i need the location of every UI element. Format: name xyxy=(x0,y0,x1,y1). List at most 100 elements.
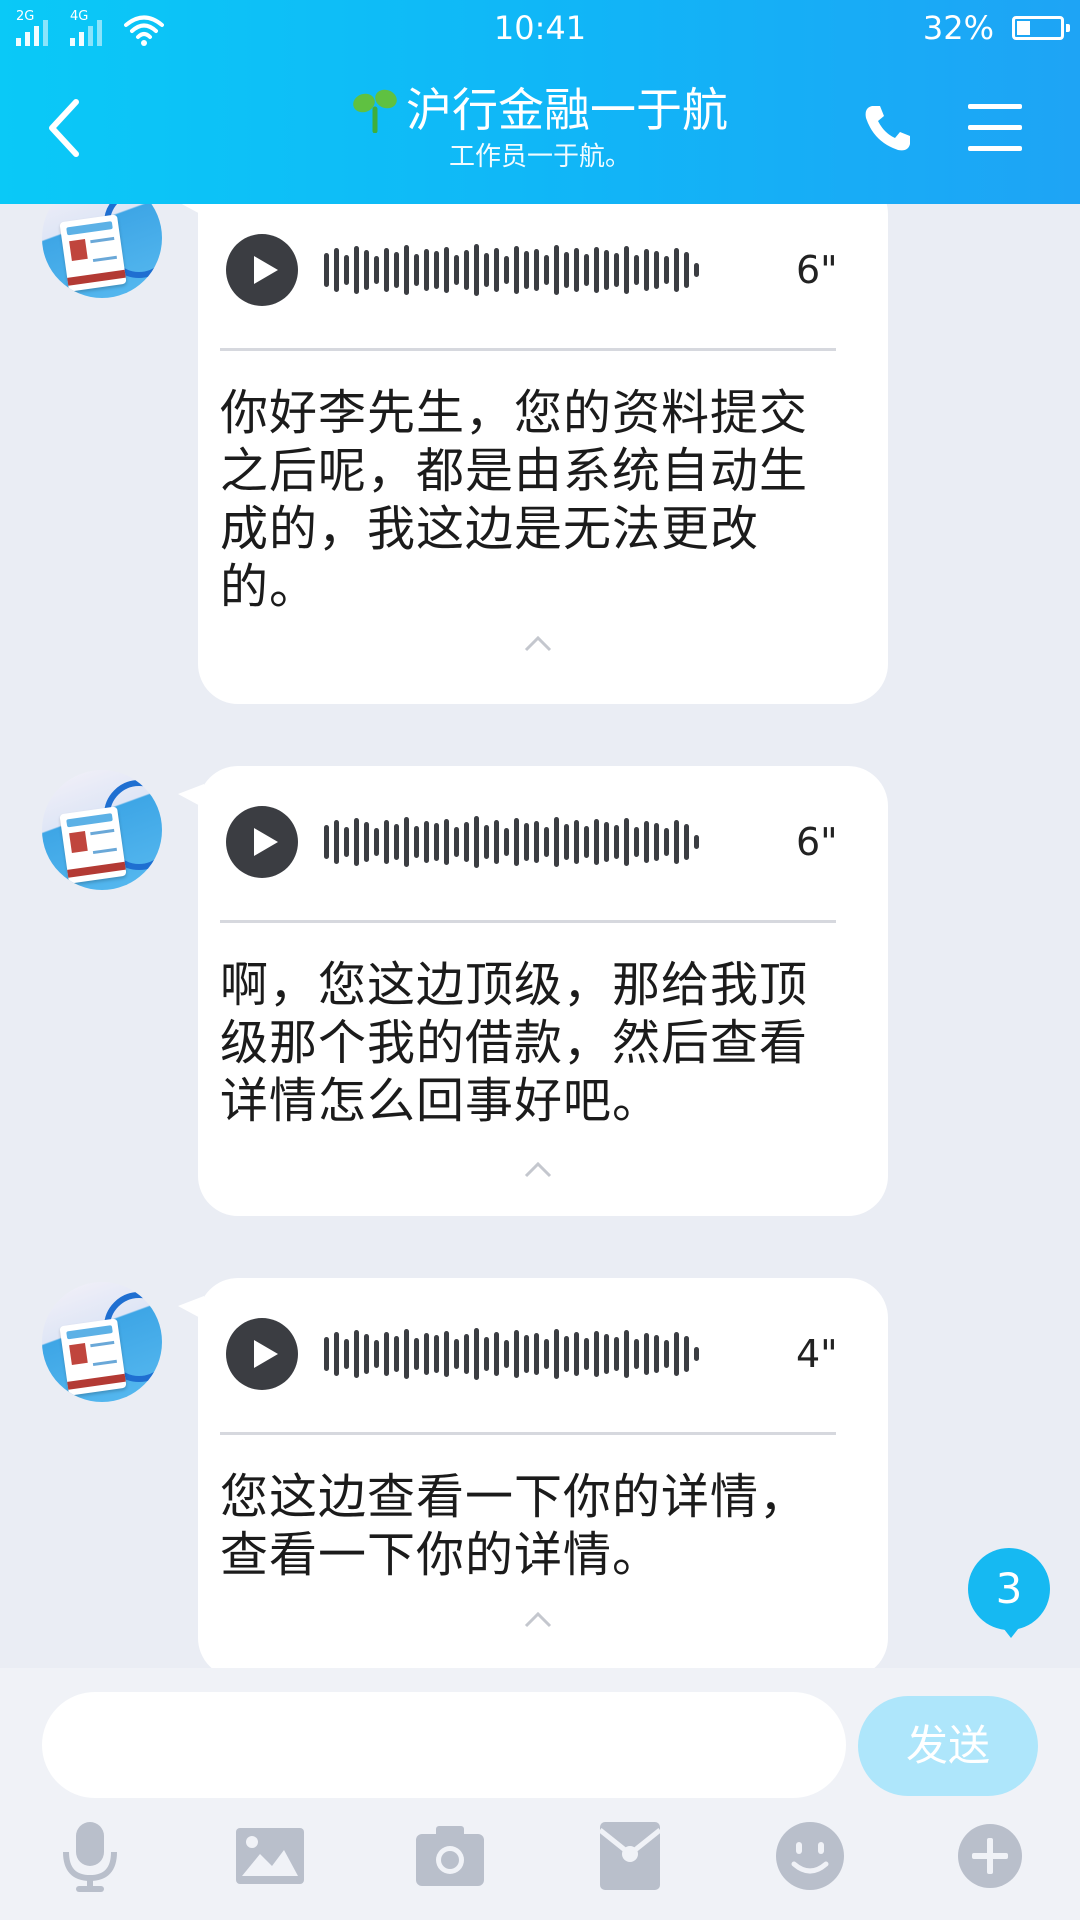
waveform-bar xyxy=(424,821,429,863)
divider xyxy=(220,920,836,923)
chat-subtitle: 工作员一于航。 xyxy=(448,142,631,172)
waveform-bar xyxy=(544,827,549,857)
waveform-bar xyxy=(474,816,479,868)
collapse-icon[interactable] xyxy=(523,1606,553,1636)
camera-icon[interactable] xyxy=(412,1818,488,1894)
waveform-bar xyxy=(624,818,629,866)
voice-duration: 6" xyxy=(796,820,838,864)
waveform-bar xyxy=(664,256,669,284)
waveform-bar xyxy=(384,1332,389,1376)
chat-title: 沪行金融一于航 xyxy=(406,83,728,137)
waveform-bar xyxy=(654,1335,659,1373)
waveform-bar xyxy=(344,827,349,857)
title-area: 沪行金融一于航 工作员一于航。 xyxy=(0,82,1080,174)
waveform-bar xyxy=(414,254,419,286)
waveform-bar xyxy=(474,1328,479,1380)
waveform-bar xyxy=(654,251,659,289)
collapse-icon[interactable] xyxy=(523,1156,553,1186)
waveform-bar xyxy=(584,254,589,286)
input-bar: 发送 xyxy=(0,1668,1080,1920)
waveform-bar xyxy=(584,826,589,858)
waveform-bar xyxy=(594,247,599,293)
waveform-bar xyxy=(334,820,339,864)
unread-count-badge[interactable]: 3 xyxy=(968,1548,1050,1630)
waveform-bar xyxy=(334,1332,339,1376)
emoji-icon[interactable] xyxy=(772,1818,848,1894)
waveform-bar xyxy=(524,1335,529,1373)
waveform-bar xyxy=(514,246,519,294)
waveform-bar xyxy=(364,822,369,862)
waveform-bar xyxy=(394,1336,399,1372)
waveform-bar xyxy=(544,255,549,285)
play-button[interactable] xyxy=(226,806,298,878)
waveform-bar xyxy=(364,250,369,290)
waveform-bar xyxy=(334,248,339,292)
transcript-text: 你好李先生，您的资料提交之后呢，都是由系统自动生成的，我这边是无法更改的。 xyxy=(220,385,809,615)
waveform-bar xyxy=(584,1338,589,1370)
waveform-bar xyxy=(484,253,489,287)
waveform-bar xyxy=(614,825,619,859)
waveform-bar xyxy=(384,248,389,292)
waveform-bar xyxy=(624,246,629,294)
plus-icon[interactable] xyxy=(952,1818,1028,1894)
waveform-bar xyxy=(324,1337,329,1371)
waveform-bar xyxy=(634,1339,639,1369)
menu-button[interactable] xyxy=(968,104,1022,152)
send-button[interactable]: 发送 xyxy=(858,1696,1038,1796)
phone-call-button[interactable] xyxy=(862,102,914,154)
message-input[interactable] xyxy=(42,1692,846,1798)
battery-icon xyxy=(1012,16,1070,40)
collapse-icon[interactable] xyxy=(523,630,553,660)
waveform-bar xyxy=(434,823,439,861)
waveform-bar xyxy=(674,248,679,292)
waveform-bar xyxy=(374,1340,379,1368)
waveform-bar xyxy=(504,256,509,284)
battery-group: 32% xyxy=(923,8,1070,48)
chat-area[interactable]: 6" 你好李先生，您的资料提交之后呢，都是由系统自动生成的，我这边是无法更改的。… xyxy=(0,204,1080,1668)
voice-duration: 6" xyxy=(796,248,838,292)
waveform-bar xyxy=(644,1333,649,1375)
avatar[interactable] xyxy=(42,204,162,298)
waveform-bar xyxy=(524,251,529,289)
waveform-bar xyxy=(404,245,409,295)
image-icon[interactable] xyxy=(232,1818,308,1894)
avatar[interactable] xyxy=(42,1282,162,1402)
voice-waveform xyxy=(324,1326,764,1382)
sprout-icon xyxy=(353,89,397,133)
transcript-text: 您这边查看一下你的详情，查看一下你的详情。 xyxy=(220,1469,809,1583)
waveform-bar xyxy=(434,1335,439,1373)
waveform-bar xyxy=(634,827,639,857)
message-item: 6" 啊，您这边顶级，那给我顶级那个我的借款，然后查看详情怎么回事好吧。 xyxy=(0,766,1080,1216)
waveform-bar xyxy=(494,248,499,292)
waveform-bar xyxy=(634,255,639,285)
waveform-bar xyxy=(674,1332,679,1376)
waveform-bar xyxy=(504,828,509,856)
waveform-bar xyxy=(684,1336,689,1372)
voice-message-bubble[interactable]: 6" 啊，您这边顶级，那给我顶级那个我的借款，然后查看详情怎么回事好吧。 xyxy=(198,766,888,1216)
voice-message-bubble[interactable]: 6" 你好李先生，您的资料提交之后呢，都是由系统自动生成的，我这边是无法更改的。 xyxy=(198,204,888,704)
microphone-icon[interactable] xyxy=(52,1818,128,1894)
waveform-bar xyxy=(574,1332,579,1376)
waveform-bar xyxy=(564,252,569,288)
voice-waveform xyxy=(324,814,764,870)
waveform-bar xyxy=(524,823,529,861)
voice-waveform xyxy=(324,242,764,298)
waveform-bar xyxy=(424,1333,429,1375)
waveform-bar xyxy=(464,250,469,290)
play-button[interactable] xyxy=(226,1318,298,1390)
waveform-bar xyxy=(414,826,419,858)
badge-pointer xyxy=(1000,1624,1022,1638)
waveform-bar xyxy=(684,252,689,288)
waveform-bar xyxy=(694,835,699,849)
waveform-bar xyxy=(614,1337,619,1371)
voice-message-bubble[interactable]: 4" 您这边查看一下你的详情，查看一下你的详情。 xyxy=(198,1278,888,1668)
divider xyxy=(220,348,836,351)
waveform-bar xyxy=(374,256,379,284)
red-packet-icon[interactable] xyxy=(592,1818,668,1894)
waveform-bar xyxy=(544,1339,549,1369)
waveform-bar xyxy=(364,1334,369,1374)
play-button[interactable] xyxy=(226,234,298,306)
waveform-bar xyxy=(644,249,649,291)
avatar[interactable] xyxy=(42,770,162,890)
waveform-bar xyxy=(614,253,619,287)
